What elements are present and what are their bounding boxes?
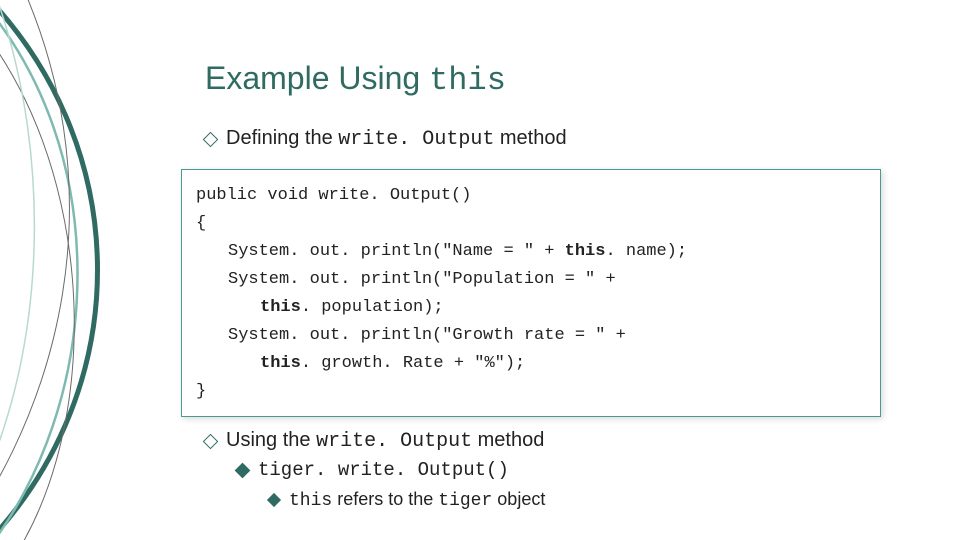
code-line: System. out. println("Growth rate = " + xyxy=(196,322,866,350)
code-line: { xyxy=(196,210,866,238)
slide-content: Example Using this Defining the write. O… xyxy=(205,60,905,517)
diamond-bullet-icon xyxy=(203,131,219,147)
slide: Example Using this Defining the write. O… xyxy=(0,0,960,540)
bullet-tiger-call: tiger. write. Output() xyxy=(237,459,905,481)
bullet-text: Using the write. Output method xyxy=(226,429,544,453)
diamond-bullet-icon xyxy=(203,434,219,450)
code-line: this. population); xyxy=(196,294,866,322)
bullet-using: Using the write. Output method xyxy=(205,429,905,453)
title-code: this xyxy=(429,62,506,99)
bullet-defining: Defining the write. Output method xyxy=(205,127,905,151)
title-text: Example Using xyxy=(205,60,429,96)
bullet-text: Defining the write. Output method xyxy=(226,127,567,151)
diamond-bullet-icon xyxy=(235,463,251,479)
code-line: System. out. println("Population = " + xyxy=(196,266,866,294)
bullet-text: this refers to the tiger object xyxy=(289,489,545,511)
code-line: this. growth. Rate + "%"); xyxy=(196,350,866,378)
diamond-bullet-icon xyxy=(267,493,281,507)
slide-title: Example Using this xyxy=(205,60,905,99)
code-line: public void write. Output() xyxy=(196,182,866,210)
code-line: System. out. println("Name = " + this. n… xyxy=(196,238,866,266)
bullet-this-refers: this refers to the tiger object xyxy=(269,489,905,511)
code-block: public void write. Output() { System. ou… xyxy=(181,169,881,417)
bullet-text: tiger. write. Output() xyxy=(258,459,509,481)
code-line: } xyxy=(196,378,866,406)
decorative-curves xyxy=(0,0,140,540)
